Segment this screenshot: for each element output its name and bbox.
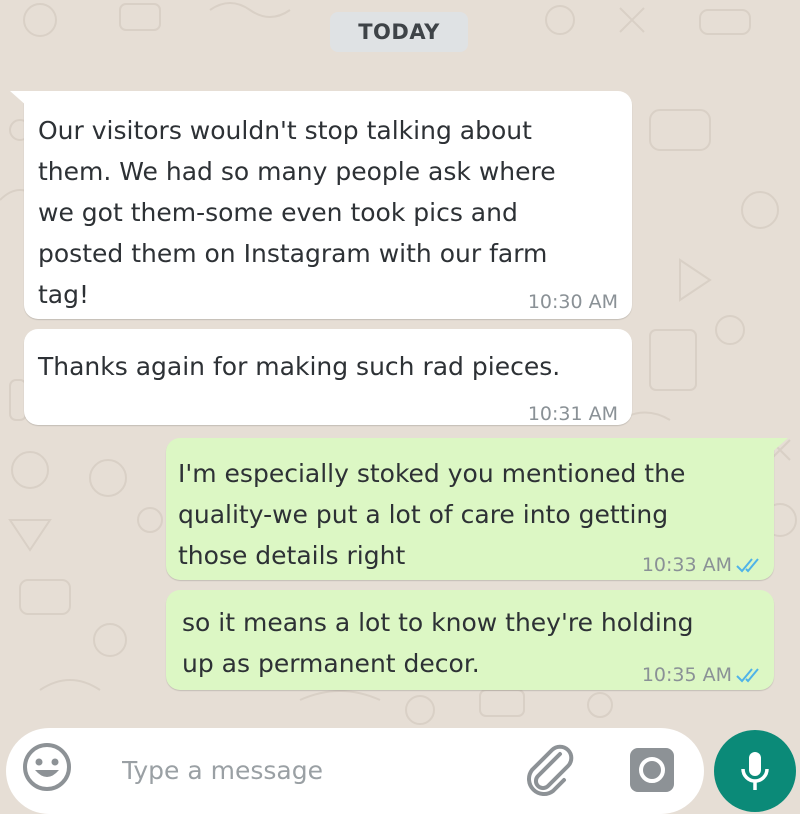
message-time: 10:30 AM	[527, 291, 618, 313]
microphone-icon	[741, 752, 769, 790]
message-text: so it means a lot to know they're holdin…	[182, 608, 694, 678]
camera-icon[interactable]	[624, 742, 680, 798]
message-meta: 10:30 AM	[528, 291, 618, 313]
emoji-icon[interactable]	[20, 740, 74, 794]
message-text: Our visitors wouldn't stop talking about…	[38, 116, 556, 309]
message-input[interactable]	[122, 750, 502, 790]
message-bubble-incoming[interactable]: Thanks again for making such rad pieces.…	[24, 329, 632, 425]
read-receipt-icon	[736, 668, 759, 683]
bubble-tail	[10, 91, 28, 107]
message-meta: 10:35 AM	[642, 664, 764, 686]
bubble-tail	[770, 438, 788, 454]
message-bubble-outgoing[interactable]: I'm especially stoked you mentioned the …	[166, 438, 788, 580]
read-receipt-icon	[736, 558, 759, 573]
date-chip: TODAY	[330, 12, 468, 52]
message-time: 10:35 AM	[641, 664, 732, 686]
paperclip-icon[interactable]	[520, 740, 576, 798]
message-time: 10:31 AM	[527, 403, 618, 425]
message-meta: 10:31 AM	[528, 403, 618, 425]
message-bubble-incoming[interactable]: Our visitors wouldn't stop talking about…	[10, 91, 632, 319]
message-bubble-outgoing[interactable]: so it means a lot to know they're holdin…	[166, 590, 774, 690]
message-text: I'm especially stoked you mentioned the …	[178, 459, 686, 570]
message-meta: 10:33 AM	[642, 554, 764, 576]
message-text: Thanks again for making such rad pieces.	[38, 352, 561, 381]
message-time: 10:33 AM	[641, 554, 732, 576]
message-composer	[6, 728, 704, 814]
